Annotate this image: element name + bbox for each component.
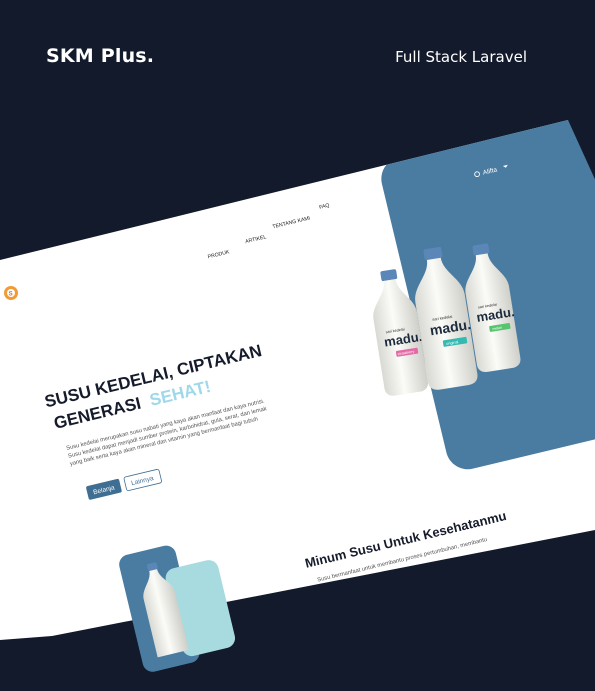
svg-text:S: S — [9, 292, 13, 298]
website-mockup: Alifta PRODUK ARTIKEL TENTANG KAMI FAQ S… — [0, 120, 595, 672]
brand-logo-icon[interactable]: S — [4, 286, 18, 300]
